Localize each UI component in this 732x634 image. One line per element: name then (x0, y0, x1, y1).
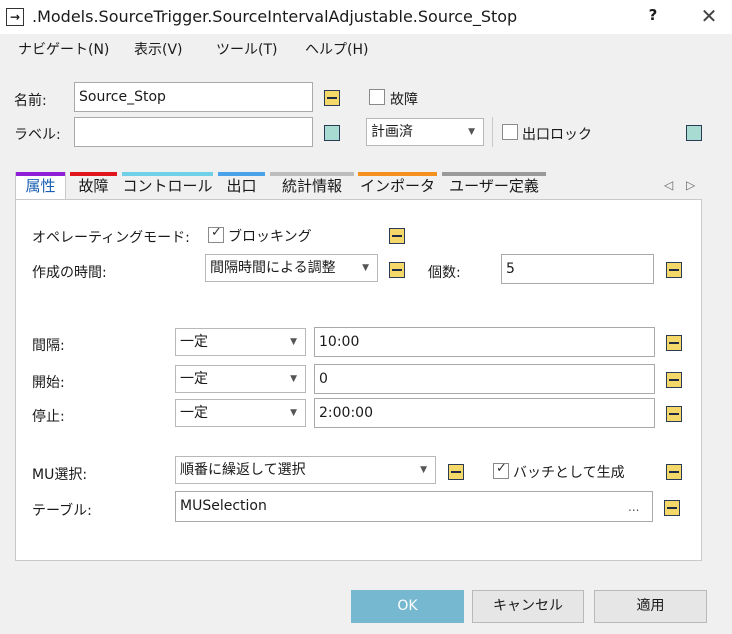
failure-label: 故障 (390, 92, 418, 108)
mu-select-combo[interactable]: 順番に繰返して選択 ▼ (175, 456, 436, 484)
op-mode-label: オペレーティングモード: (32, 230, 190, 246)
apply-button[interactable]: 適用 (594, 590, 707, 623)
tab-exit[interactable]: 出口 (218, 172, 265, 198)
tab-scroll-left-icon[interactable]: ◁ (664, 178, 673, 192)
tab-color-bar (358, 172, 437, 176)
failure-checkbox[interactable] (369, 89, 385, 105)
creation-time-combo[interactable]: 間隔時間による調整 ▼ (205, 254, 378, 282)
creation-time-label: 作成の時間: (32, 265, 107, 281)
chevron-down-icon: ▼ (290, 337, 297, 347)
chevron-down-icon: ▼ (362, 263, 369, 273)
tab-label: 統計情報 (281, 177, 342, 195)
label-field[interactable] (74, 117, 313, 147)
tab-label: インポータ (359, 177, 435, 195)
name-field[interactable]: Source_Stop (74, 82, 313, 112)
batch-minus-button[interactable] (666, 464, 682, 480)
tab-color-bar (218, 172, 265, 176)
tab-label: コントロール (122, 177, 213, 195)
chevron-down-icon: ▼ (290, 374, 297, 384)
tab-color-bar (122, 172, 213, 176)
tab-color-bar (442, 172, 546, 176)
blocking-minus-button[interactable] (389, 228, 405, 244)
start-field[interactable]: 0 (314, 364, 655, 394)
stop-mode-combo[interactable]: 一定 ▼ (175, 399, 306, 427)
cancel-button[interactable]: キャンセル (472, 590, 584, 623)
table-label: テーブル: (32, 503, 92, 519)
blocking-checkbox[interactable]: ✓ (208, 225, 224, 243)
chevron-down-icon: ▼ (420, 465, 427, 475)
interval-mode-combo[interactable]: 一定 ▼ (175, 328, 306, 356)
tab-importer[interactable]: インポータ (358, 172, 437, 198)
name-minus-button[interactable] (324, 90, 340, 106)
start-label: 開始: (32, 375, 65, 391)
exit-lock-checkbox[interactable] (502, 124, 518, 140)
interval-field[interactable]: 10:00 (314, 327, 655, 357)
window-title: .Models.SourceTrigger.SourceIntervalAdju… (32, 7, 518, 26)
label-label: ラベル: (14, 127, 61, 143)
stop-mode-value: 一定 (180, 405, 208, 421)
chevron-down-icon: ▼ (290, 408, 297, 418)
start-mode-combo[interactable]: 一定 ▼ (175, 365, 306, 393)
batch-checkbox[interactable]: ✓ (493, 461, 509, 479)
tab-color-bar (70, 172, 117, 176)
exit-lock-green-button[interactable] (686, 125, 702, 141)
stop-minus-button[interactable] (666, 406, 682, 422)
creation-time-value: 間隔時間による調整 (210, 260, 336, 276)
stop-field[interactable]: 2:00:00 (314, 398, 655, 428)
check-icon: ✓ (496, 461, 507, 476)
menu-navigate[interactable]: ナビゲート(N) (18, 39, 109, 59)
tab-statistics[interactable]: 統計情報 (270, 172, 354, 198)
start-mode-value: 一定 (180, 371, 208, 387)
menu-tools[interactable]: ツール(T) (216, 39, 277, 59)
exit-lock-label: 出口ロック (522, 127, 592, 143)
count-field[interactable]: 5 (501, 254, 654, 284)
chevron-down-icon: ▼ (468, 127, 475, 137)
tab-label: 属性 (25, 177, 56, 195)
count-label: 個数: (428, 265, 461, 281)
tab-label: ユーザー定義 (449, 177, 539, 195)
label-green-button[interactable] (324, 125, 340, 141)
count-minus-button[interactable] (666, 262, 682, 278)
tab-controls[interactable]: コントロール (122, 172, 213, 198)
tab-color-bar (270, 172, 354, 176)
tab-label: 出口 (226, 177, 257, 195)
table-minus-button[interactable] (664, 500, 680, 516)
mu-select-minus-button[interactable] (448, 464, 464, 480)
interval-mode-value: 一定 (180, 334, 208, 350)
table-browse-button[interactable]: ... (628, 500, 639, 514)
close-button[interactable]: ✕ (696, 4, 722, 28)
ok-button[interactable]: OK (351, 590, 464, 623)
check-icon: ✓ (211, 225, 222, 240)
mu-select-value: 順番に繰返して選択 (180, 462, 306, 478)
interval-label: 間隔: (32, 338, 65, 354)
blocking-label: ブロッキング (228, 229, 312, 245)
tab-color-bar (16, 172, 65, 176)
plan-value: 計画済 (371, 124, 413, 140)
tab-user-defined[interactable]: ユーザー定義 (442, 172, 546, 198)
tab-scroll-right-icon[interactable]: ▷ (686, 178, 695, 192)
table-field[interactable]: MUSelection (175, 491, 653, 522)
divider (492, 117, 493, 147)
stop-label: 停止: (32, 409, 65, 425)
name-label: 名前: (14, 93, 47, 109)
tab-attributes[interactable]: 属性 (15, 172, 66, 201)
table-value: MUSelection (180, 498, 267, 514)
creation-time-minus-button[interactable] (389, 262, 405, 278)
batch-label: バッチとして生成 (513, 465, 625, 481)
start-minus-button[interactable] (666, 372, 682, 388)
tab-label: 故障 (78, 177, 109, 195)
help-button[interactable]: ? (640, 6, 666, 28)
menu-help[interactable]: ヘルプ(H) (305, 39, 368, 59)
tab-failures[interactable]: 故障 (70, 172, 117, 198)
interval-minus-button[interactable] (666, 335, 682, 351)
mu-select-label: MU選択: (32, 467, 88, 483)
window-arrow-icon: → (6, 8, 24, 26)
plan-combo[interactable]: 計画済 ▼ (366, 118, 484, 146)
menu-view[interactable]: 表示(V) (134, 39, 183, 59)
